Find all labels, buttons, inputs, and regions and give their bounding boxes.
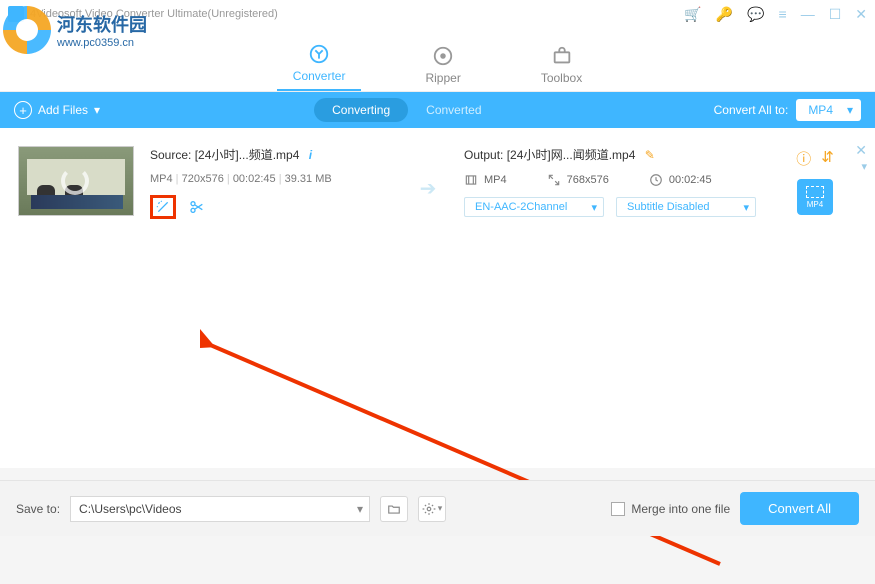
thumbnail[interactable] (18, 146, 134, 216)
convert-all-to-label: Convert All to: (714, 103, 789, 117)
annotation-arrow (200, 324, 740, 584)
save-to-label: Save to: (16, 502, 60, 516)
gear-icon (422, 502, 436, 516)
converter-icon (308, 43, 330, 65)
merge-label: Merge into one file (631, 502, 730, 516)
app-icon (8, 6, 24, 22)
open-folder-button[interactable] (380, 496, 408, 522)
tab-toolbox[interactable]: Toolbox (525, 39, 598, 91)
info2-icon[interactable]: ⓘ (796, 148, 811, 169)
tab-ripper[interactable]: Ripper (409, 39, 476, 91)
info-icon[interactable]: i (309, 148, 312, 162)
audio-select[interactable]: EN-AAC-2Channel (464, 197, 604, 217)
source-resolution: 720x576 (182, 173, 233, 185)
converting-tab[interactable]: Converting (314, 98, 408, 122)
content-area: ✕ ▾ Source: [24小时]...频道.mp4 i MP4 720x57… (0, 128, 875, 468)
checkbox-icon (611, 502, 625, 516)
preset-label: MP4 (807, 200, 823, 209)
edit-button[interactable] (150, 195, 176, 219)
source-meta: MP4 720x576 00:02:45 39.31 MB (150, 173, 392, 185)
subtitle-select[interactable]: Subtitle Disabled (616, 197, 756, 217)
trim-button[interactable] (184, 195, 210, 219)
clock-icon (649, 173, 663, 187)
output-filename: [24小时]网...闻频道.mp4 (507, 148, 636, 162)
source-size: 39.31 MB (285, 173, 332, 185)
resize-icon (547, 173, 561, 187)
output-duration: 00:02:45 (669, 174, 712, 186)
source-format: MP4 (150, 173, 182, 185)
ripper-icon (432, 45, 454, 67)
tab-ripper-label: Ripper (425, 71, 460, 85)
plus-icon: + (14, 101, 32, 119)
feedback-icon[interactable]: 💬 (747, 6, 764, 23)
window-title: 4Videosoft Video Converter Ultimate(Unre… (30, 8, 278, 20)
convert-all-button[interactable]: Convert All (740, 492, 859, 525)
close-icon[interactable]: ✕ (855, 6, 867, 23)
source-label: Source: [24小时]...频道.mp4 i (150, 146, 392, 163)
cart-icon[interactable]: 🛒 (684, 6, 701, 23)
folder-icon (387, 502, 401, 516)
output-label: Output: [24小时]网...闻频道.mp4 ✎ (464, 146, 769, 163)
film-icon (464, 173, 478, 187)
compress-icon[interactable]: ⇵ (821, 148, 834, 169)
toolbox-icon (551, 45, 573, 67)
add-files-button[interactable]: + Add Files ▾ (14, 101, 100, 119)
source-filename: [24小时]...频道.mp4 (195, 148, 300, 162)
tab-toolbox-label: Toolbox (541, 71, 582, 85)
bottombar: Save to: C:\Users\pc\Videos ▾ Merge into… (0, 480, 875, 536)
merge-checkbox[interactable]: Merge into one file (611, 502, 730, 516)
chevron-down-icon: ▾ (438, 503, 443, 514)
file-item: Source: [24小时]...频道.mp4 i MP4 720x576 00… (18, 146, 845, 219)
magic-wand-icon (155, 199, 171, 215)
arrow-icon: ➔ (408, 146, 448, 201)
minimize-icon[interactable]: — (801, 6, 815, 23)
item-collapse-icon[interactable]: ▾ (861, 160, 867, 173)
source-duration: 00:02:45 (233, 173, 285, 185)
tab-converter-label: Converter (293, 69, 346, 83)
tab-converter[interactable]: Converter (277, 37, 362, 91)
item-close-icon[interactable]: ✕ (855, 142, 867, 159)
converted-tab[interactable]: Converted (408, 98, 499, 122)
output-format: MP4 (484, 174, 507, 186)
settings-button[interactable]: ▾ (418, 496, 446, 522)
output-format-select[interactable]: MP4 (796, 99, 861, 121)
save-path-select[interactable]: C:\Users\pc\Videos (70, 496, 370, 522)
preset-button[interactable]: MP4 (797, 179, 833, 215)
output-resolution: 768x576 (567, 174, 609, 186)
key-icon[interactable]: 🔑 (716, 6, 733, 23)
scissors-icon (189, 199, 205, 215)
add-files-label: Add Files (38, 103, 88, 117)
top-nav: Converter Ripper Toolbox (0, 28, 875, 92)
maximize-icon[interactable]: ☐ (829, 6, 842, 23)
rename-icon[interactable]: ✎ (645, 148, 655, 162)
toolbar: + Add Files ▾ Converting Converted Conve… (0, 92, 875, 128)
menu-icon[interactable]: ≡ (779, 6, 787, 23)
titlebar: 4Videosoft Video Converter Ultimate(Unre… (0, 0, 875, 28)
